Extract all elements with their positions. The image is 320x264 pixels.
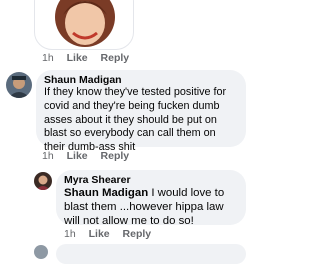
mention-tag[interactable]: Shaun Madigan [64, 187, 148, 199]
sticker-comment-bubble [34, 0, 134, 50]
comment-time: 1h [64, 228, 76, 240]
next-reply-avatar[interactable] [34, 245, 48, 259]
like-button[interactable]: Like [67, 52, 88, 64]
reply1-meta: 1h Like Reply [64, 228, 161, 240]
top-comment-meta: 1h Like Reply [42, 52, 139, 64]
shaun-madigan-avatar[interactable] [6, 72, 32, 98]
avatar-icon [6, 72, 32, 98]
memoji-sticker-icon [55, 0, 115, 47]
avatar-icon [34, 172, 52, 190]
comment-author[interactable]: Shaun Madigan [44, 74, 238, 86]
reply-author[interactable]: Myra Shearer [64, 174, 238, 186]
comment-text: If they know they've tested positive for… [44, 86, 227, 154]
like-button[interactable]: Like [89, 228, 110, 240]
comment-time: 1h [42, 52, 54, 64]
reply-bubble: Myra Shearer Shaun Madigan I would love … [56, 170, 246, 228]
reply-button[interactable]: Reply [123, 228, 152, 240]
next-reply-bubble [56, 244, 246, 264]
comment1-meta: 1h Like Reply [42, 150, 139, 162]
reply-button[interactable]: Reply [101, 52, 130, 64]
like-button[interactable]: Like [67, 150, 88, 162]
comment-bubble: Shaun Madigan If they know they've teste… [36, 70, 246, 153]
reply-button[interactable]: Reply [101, 150, 130, 162]
comment-time: 1h [42, 150, 54, 162]
reply-text-block: Shaun Madigan I would love to blast them… [64, 186, 238, 228]
myra-shearer-avatar[interactable] [34, 172, 52, 190]
